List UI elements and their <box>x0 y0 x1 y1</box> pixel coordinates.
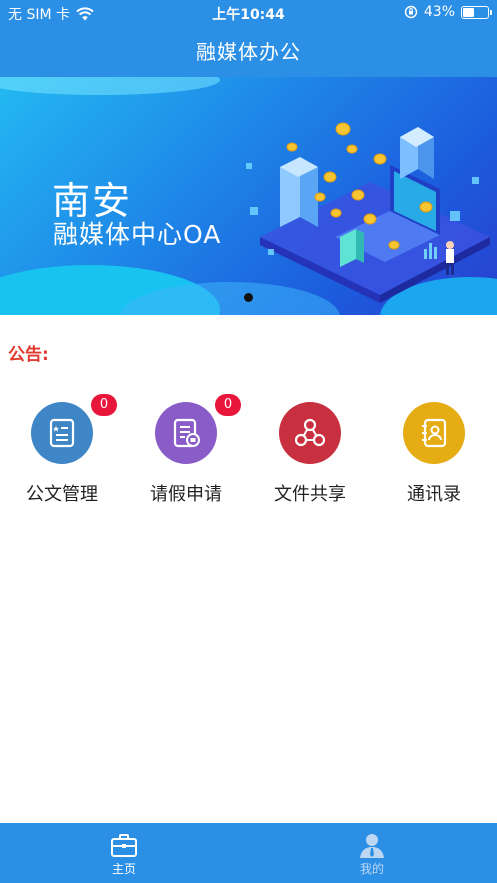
battery-icon <box>461 5 492 19</box>
status-bar: 无 SIM 卡 上午10:44 43% <box>0 0 497 26</box>
banner-subtitle: 融媒体中心OA <box>53 220 222 249</box>
app-screen: 无 SIM 卡 上午10:44 43% 融媒体办公 南安 融媒体中心OA 公告:… <box>0 0 497 883</box>
grid-item-leave-request[interactable]: 0 请假申请 <box>124 394 248 510</box>
tab-home[interactable]: 主页 <box>0 823 248 883</box>
unread-count-badge: 0 <box>215 394 241 416</box>
briefcase-icon <box>111 834 137 857</box>
grid-item-label: 请假申请 <box>150 484 222 505</box>
share-nodes-icon <box>294 418 326 447</box>
bottom-tab-bar: 主页 我的 <box>0 823 497 883</box>
orientation-lock-icon <box>404 5 418 19</box>
function-grid: 0 公文管理 0 请假申请 文件共享 通讯录 <box>0 394 497 510</box>
pager-dot-active[interactable] <box>244 293 253 302</box>
document-list-icon <box>49 418 75 448</box>
grid-icon-circle <box>155 402 217 464</box>
grid-icon-circle <box>403 402 465 464</box>
grid-icon-circle <box>31 402 93 464</box>
banner-decoration <box>0 77 220 95</box>
notice-label: 公告: <box>8 345 49 365</box>
person-icon <box>360 834 384 858</box>
header: 无 SIM 卡 上午10:44 43% 融媒体办公 <box>0 0 497 77</box>
page-title: 融媒体办公 <box>196 40 301 64</box>
grid-icon-circle <box>279 402 341 464</box>
battery-percent: 43% <box>423 4 455 20</box>
grid-item-contacts[interactable]: 通讯录 <box>372 400 496 510</box>
carousel-pager <box>0 293 497 302</box>
unread-count-badge: 0 <box>91 394 117 416</box>
banner-carousel[interactable]: 南安 融媒体中心OA <box>0 77 497 315</box>
banner-illustration <box>246 122 490 303</box>
grid-item-label: 文件共享 <box>274 484 346 505</box>
grid-item-label: 公文管理 <box>26 484 98 505</box>
tab-mine[interactable]: 我的 <box>248 823 496 883</box>
battery-level <box>463 7 475 17</box>
grid-item-label: 通讯录 <box>407 484 461 505</box>
leave-form-icon <box>173 418 200 448</box>
contacts-book-icon <box>422 418 447 448</box>
tab-label: 主页 <box>111 862 136 876</box>
grid-item-document-management[interactable]: 0 公文管理 <box>0 394 124 510</box>
tab-label: 我的 <box>359 862 384 876</box>
grid-item-file-sharing[interactable]: 文件共享 <box>248 400 372 510</box>
